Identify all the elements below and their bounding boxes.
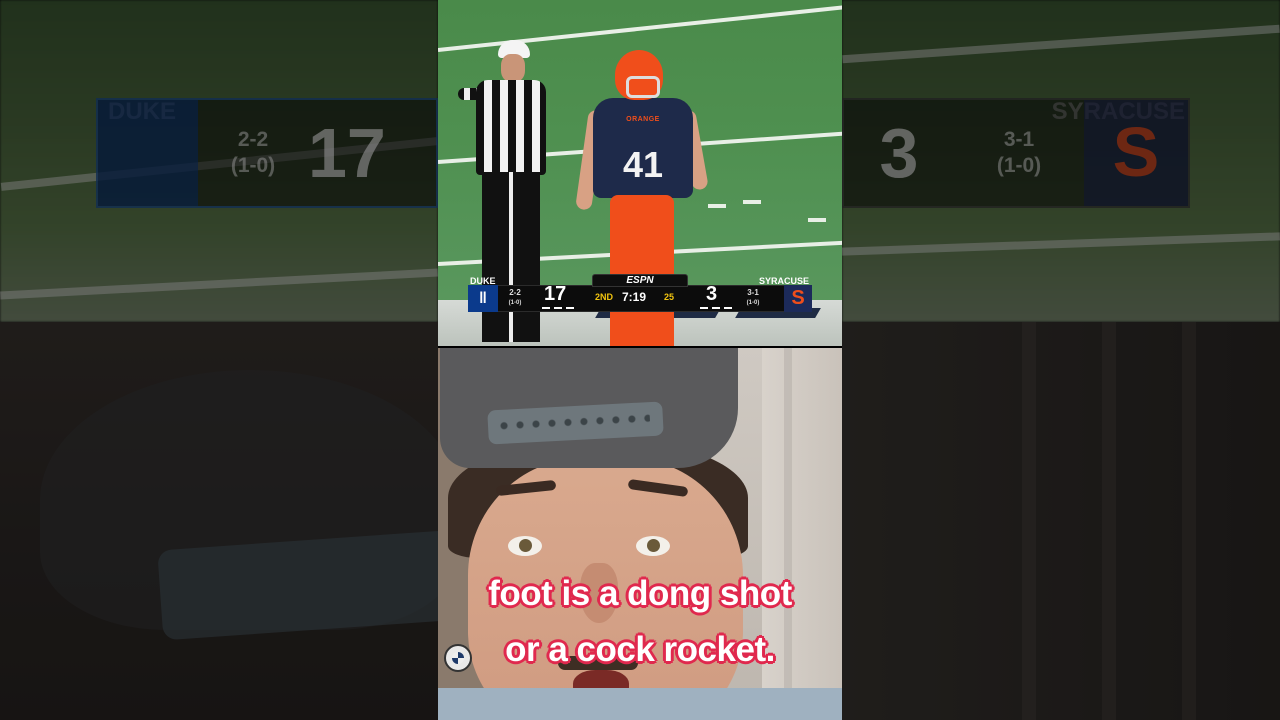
eye (636, 536, 670, 556)
duke-logo-icon: ‖ (468, 285, 498, 312)
syracuse-logo-icon: S (784, 285, 812, 312)
timeout-indicator (554, 307, 562, 309)
jersey-wordmark: ORANGE (626, 116, 660, 123)
timeout-indicator (566, 307, 574, 309)
scorebug: DUKE SYRACUSE ESPN ‖ 2-2 (1-0) 17 2ND 7:… (468, 274, 812, 312)
play-clock: 25 (664, 292, 675, 302)
quarter: 2ND (595, 292, 614, 302)
away-conf-record: (1-0) (508, 300, 522, 306)
home-conf-record: (1-0) (746, 300, 760, 306)
jersey: ORANGE 41 (593, 98, 693, 198)
caption-line-2: or a cock rocket. (505, 630, 775, 669)
jersey-number: 41 (622, 144, 664, 185)
blurred-background-right: SYRACUSE 3 3-1 (1-0) S (842, 0, 1280, 720)
blurred-background-left: DUKE 2-2 (1-0) 17 (0, 0, 438, 720)
striped-shirt (476, 80, 546, 175)
video-content[interactable]: ORANGE 41 DUKE SYRACUSE ESPN ‖ 2-2 (1-0)… (438, 0, 842, 720)
network-logo: ESPN (592, 274, 688, 287)
home-record: 3-1 (747, 288, 759, 297)
away-score: 17 (544, 283, 567, 305)
video-frame[interactable]: DUKE 2-2 (1-0) 17 SYRACUSE 3 3-1 (1-0) S (0, 0, 1280, 720)
timeout-indicator (542, 307, 550, 309)
game-clock: 7:19 (622, 290, 647, 304)
home-score: 3 (706, 283, 718, 305)
timeout-indicator (724, 307, 732, 309)
timeout-indicator (712, 307, 720, 309)
away-record: 2-2 (509, 288, 521, 297)
football-clip: ORANGE 41 DUKE SYRACUSE ESPN ‖ 2-2 (1-0)… (438, 0, 842, 346)
caption-line-1: foot is a dong shot (488, 574, 792, 613)
timeout-indicator (700, 307, 708, 309)
eye (508, 536, 542, 556)
subtitle-caption: foot is a dong shot or a cock rocket. (438, 566, 842, 678)
